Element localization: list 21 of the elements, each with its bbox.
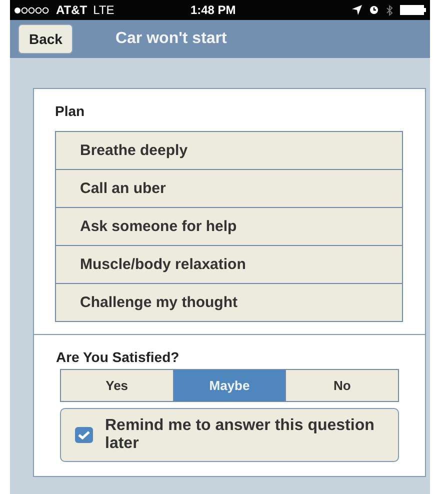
section-title: Plan [55, 103, 85, 119]
plan-item[interactable]: Breathe deeply [56, 132, 402, 170]
location-arrow-icon [352, 5, 362, 15]
signal-icon [14, 6, 50, 14]
carrier-name: AT&T [56, 3, 88, 17]
battery-icon [400, 5, 426, 15]
network-type: LTE [93, 3, 114, 17]
plan-item[interactable]: Ask someone for help [56, 208, 402, 246]
plan-item[interactable]: Call an uber [56, 170, 402, 208]
plan-item[interactable]: Challenge my thought [56, 284, 402, 321]
alarm-icon [369, 5, 379, 15]
screen-title: Car won't start [115, 30, 227, 47]
segment-option[interactable]: No [286, 370, 398, 401]
segment-option[interactable]: Yes [61, 370, 174, 401]
clock-time: 1:48 PM [190, 3, 236, 17]
plan-item[interactable]: Muscle/body relaxation [56, 246, 402, 284]
bluetooth-icon [386, 4, 393, 16]
checkbox-icon[interactable] [75, 427, 93, 443]
back-button[interactable]: Back [18, 24, 74, 54]
reminder-checkbox[interactable]: Remind me to answer this question later [60, 408, 399, 462]
section-title: Are You Satisfied? [56, 349, 180, 365]
